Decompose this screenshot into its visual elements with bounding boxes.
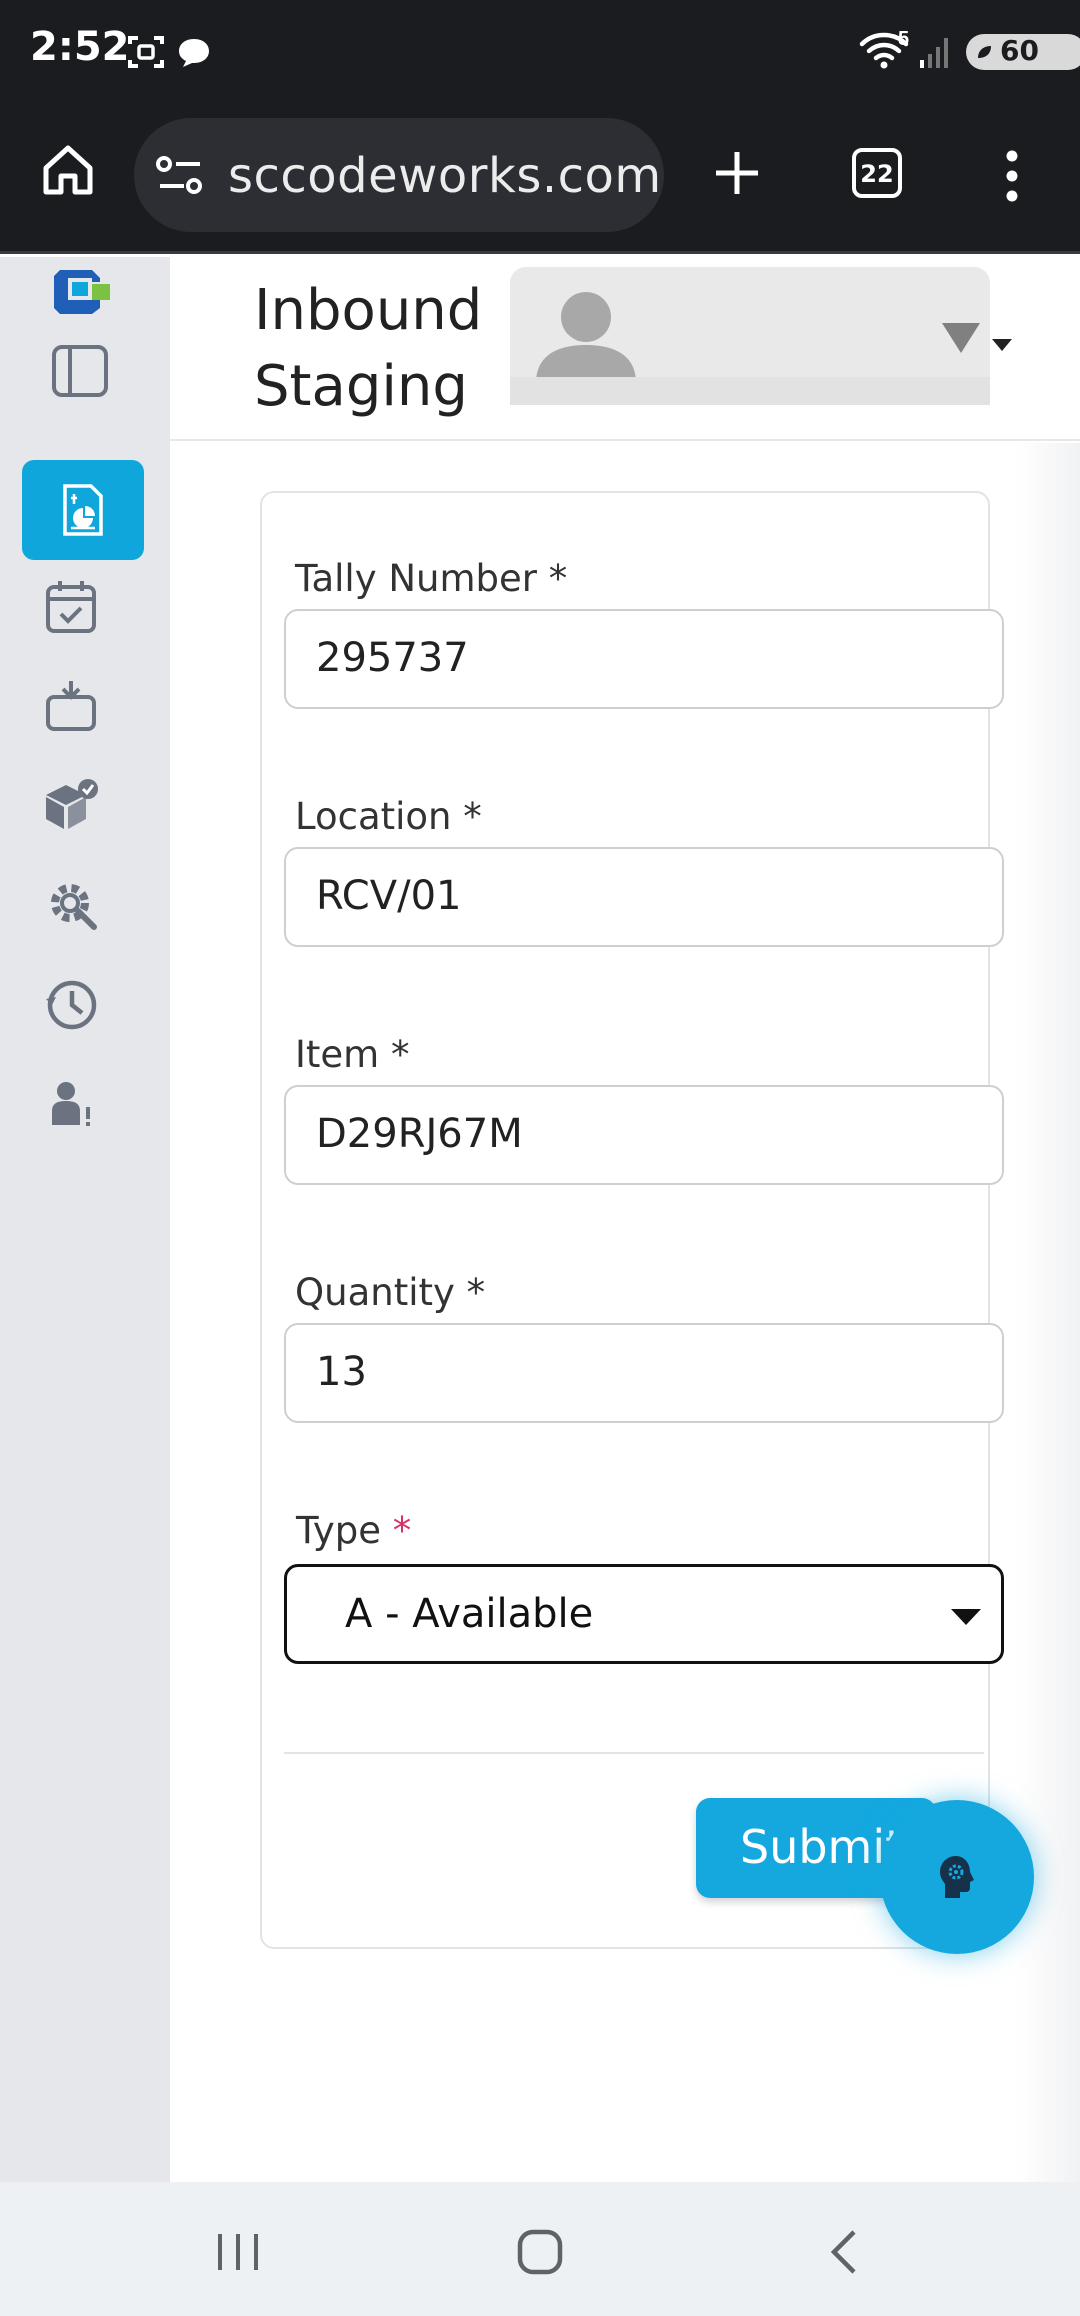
tally-number-input[interactable]: 295737 [284,609,1004,709]
sidebar-item-settings-gear-icon[interactable] [42,875,102,935]
tab-count: 22 [860,160,894,188]
user-menu-dropdown-icon [942,323,980,353]
new-tab-icon[interactable] [712,148,762,198]
home-icon[interactable] [40,142,96,198]
tally-number-value: 295737 [316,635,469,681]
signal-icon [920,38,948,68]
user-menu-strip [510,377,990,405]
site-settings-icon[interactable] [156,154,204,198]
page-header: Inbound Staging [170,257,1080,441]
staging-form-card: Tally Number * 295737 Location * RCV/01 … [260,491,1004,1949]
home-nav-icon[interactable] [516,2226,564,2278]
app-logo-icon [54,270,110,314]
wifi-badge: 5 [898,28,910,50]
ai-head-gear-icon [940,1856,974,1898]
status-time: 2:52 [30,24,130,70]
sidebar [0,257,170,2182]
location-label: Location * [295,795,482,838]
more-menu-icon[interactable] [1000,148,1024,204]
item-value: D29RJ67M [316,1111,523,1157]
back-icon[interactable] [824,2228,864,2278]
chat-bubble-icon [179,39,209,67]
quantity-value: 13 [316,1349,367,1395]
select-caret-icon [951,1609,981,1625]
sidebar-item-package-check-icon[interactable] [42,775,102,835]
type-label: Type * [296,1509,412,1552]
screenshot-icon [128,36,164,68]
quantity-input[interactable]: 13 [284,1323,1004,1423]
sidebar-toggle-icon[interactable] [50,341,110,401]
chevron-down-icon[interactable] [992,339,1012,351]
location-value: RCV/01 [316,873,462,919]
status-bar: 2:52 5 60 [0,0,1080,104]
sidebar-item-reports[interactable] [22,460,144,560]
sidebar-item-user-alert-icon[interactable] [42,1075,102,1135]
quantity-label: Quantity * [295,1271,486,1314]
type-selected-value: A - Available [345,1591,594,1637]
sidebar-item-inbox-icon[interactable] [42,675,102,735]
report-chart-icon [63,484,103,536]
recent-apps-icon[interactable] [214,2230,262,2274]
address-bar[interactable]: sccodeworks.com [134,118,664,232]
item-label: Item * [295,1033,410,1076]
screen: 2:52 5 60 sccodeworks.com 22 Inbound Sta… [0,0,1080,2316]
submit-label: Submit [740,1820,904,1874]
type-select[interactable]: A - Available [284,1564,1004,1664]
url-text: sccodeworks.com [228,148,662,204]
sidebar-item-history-icon[interactable] [42,975,102,1035]
tally-number-label: Tally Number * [295,557,568,600]
sidebar-item-calendar-icon[interactable] [42,577,102,637]
browser-toolbar: sccodeworks.com 22 [0,104,1080,254]
location-input[interactable]: RCV/01 [284,847,1004,947]
avatar-icon [536,292,636,383]
battery-level: 60 [1000,34,1039,67]
system-nav-bar [0,2182,1080,2316]
page-title: Inbound Staging [254,278,483,419]
form-divider [284,1752,984,1754]
tab-switcher-button[interactable]: 22 [852,148,902,198]
assistant-fab-button[interactable] [880,1800,1034,1954]
battery-saver-icon [978,46,991,58]
item-input[interactable]: D29RJ67M [284,1085,1004,1185]
